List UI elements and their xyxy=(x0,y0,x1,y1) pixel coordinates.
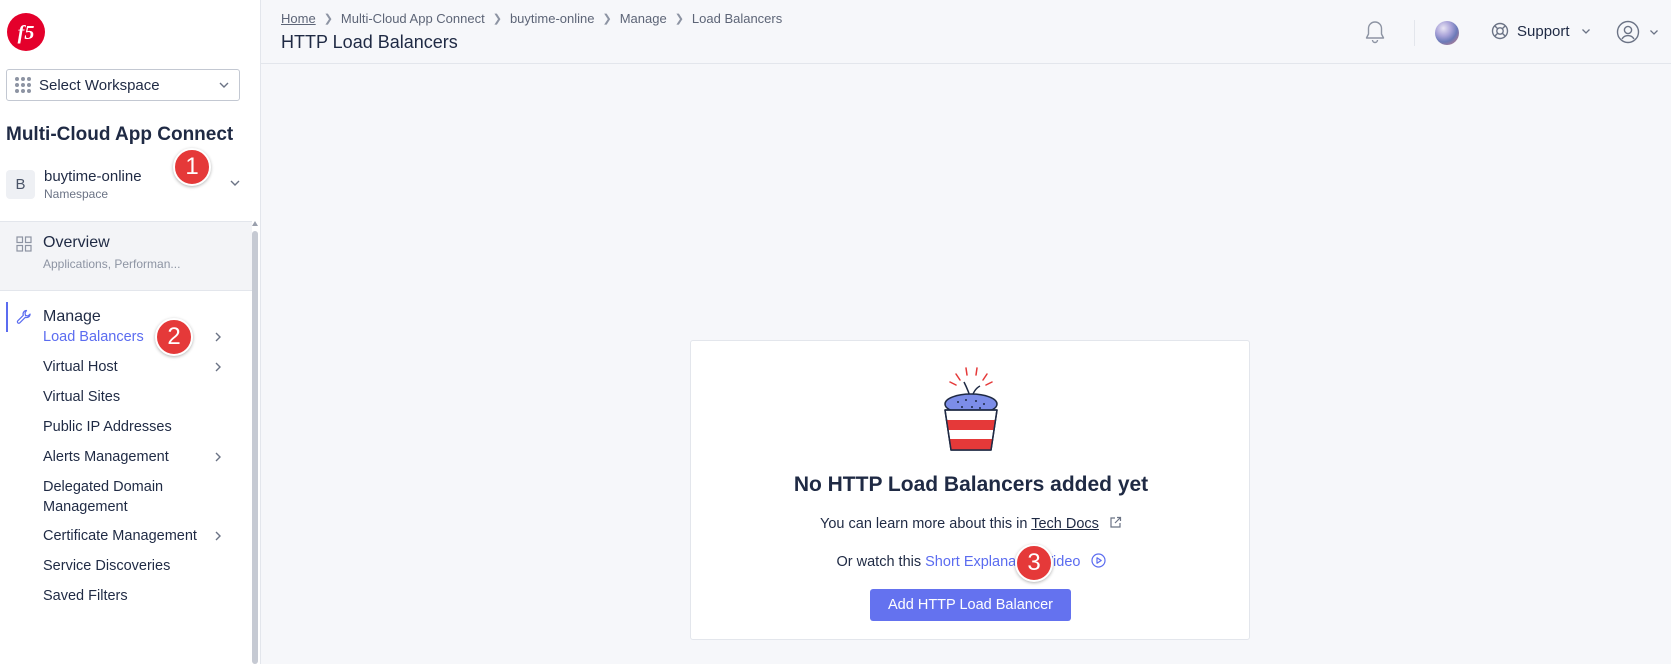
sidebar-item-label: Public IP Addresses xyxy=(43,419,172,435)
overview-title: Overview xyxy=(43,234,110,251)
breadcrumb-separator-icon: ❯ xyxy=(674,13,684,25)
breadcrumb-separator-icon: ❯ xyxy=(602,13,612,25)
breadcrumb-home[interactable]: Home xyxy=(281,11,316,26)
sidebar-item-virtual-sites[interactable]: Virtual Sites xyxy=(43,387,223,407)
play-circle-icon[interactable] xyxy=(1090,553,1106,568)
add-http-load-balancer-button[interactable]: Add HTTP Load Balancer xyxy=(870,589,1071,621)
user-menu[interactable] xyxy=(1616,20,1660,44)
dashboard-grid-icon xyxy=(16,236,32,252)
step-badge-2: 2 xyxy=(155,318,193,356)
breadcrumb-app[interactable]: Multi-Cloud App Connect xyxy=(341,11,485,26)
active-section-indicator xyxy=(6,302,8,332)
sidebar-item-certificate-management[interactable]: Certificate Management xyxy=(43,526,223,546)
sidebar-item-virtual-host[interactable]: Virtual Host xyxy=(43,357,223,377)
workspace-select[interactable]: Select Workspace xyxy=(6,69,240,101)
chevron-right-icon xyxy=(215,452,221,462)
wrench-icon xyxy=(16,309,31,324)
sidebar-item-overview[interactable]: Overview Applications, Performan... xyxy=(0,222,252,291)
theme-globe-icon[interactable] xyxy=(1435,21,1459,45)
empty-state-title: No HTTP Load Balancers added yet xyxy=(793,473,1149,496)
namespace-selector[interactable]: B buytime-online Namespace xyxy=(6,164,254,204)
sidebar-scrollbar[interactable] xyxy=(252,221,258,664)
namespace-label: Namespace xyxy=(44,186,109,201)
sidebar-item-label: Service Discoveries xyxy=(43,558,171,574)
page-header: Home ❯ Multi-Cloud App Connect ❯ buytime… xyxy=(261,0,1671,64)
sidebar-item-label: Saved Filters xyxy=(43,588,128,604)
sidebar-nav: Overview Applications, Performan... Mana… xyxy=(0,221,252,664)
breadcrumb-separator-icon: ❯ xyxy=(323,13,333,25)
sidebar-item-service-discoveries[interactable]: Service Discoveries xyxy=(43,556,223,576)
sidebar-item-label: Virtual Sites xyxy=(43,389,121,405)
overview-subtitle: Applications, Performan... xyxy=(43,257,181,271)
namespace-name: buytime-online xyxy=(44,167,142,185)
sidebar-item-public-ip-addresses[interactable]: Public IP Addresses xyxy=(43,417,223,437)
chevron-right-icon xyxy=(215,332,221,342)
chevron-down-icon xyxy=(1581,29,1590,34)
watch-video-text: Or watch this Short Explanation Video xyxy=(691,553,1251,570)
breadcrumb-namespace[interactable]: buytime-online xyxy=(510,11,595,26)
learn-more-prefix: You can learn more about this in xyxy=(820,516,1028,532)
chevron-right-icon xyxy=(215,531,221,541)
svg-text:f5: f5 xyxy=(18,22,35,44)
f5-logo[interactable]: f5 xyxy=(6,12,46,52)
empty-state-card: No HTTP Load Balancers added yet You can… xyxy=(690,340,1250,640)
sidebar-item-label: Delegated Domain Management xyxy=(43,479,164,515)
explanation-video-link[interactable]: Short Explanation Video xyxy=(925,554,1080,570)
breadcrumb-manage[interactable]: Manage xyxy=(620,11,667,26)
plant-pot-illustration-icon xyxy=(944,367,998,451)
sidebar-item-label: Virtual Host xyxy=(43,359,118,375)
sidebar-item-saved-filters[interactable]: Saved Filters xyxy=(43,586,223,606)
chevron-down-icon xyxy=(219,82,229,88)
support-label: Support xyxy=(1517,22,1570,40)
sidebar-item-label: Certificate Management xyxy=(43,528,197,544)
user-avatar-icon xyxy=(1616,20,1640,44)
external-link-icon[interactable] xyxy=(1109,516,1122,529)
step-badge-1: 1 xyxy=(173,148,211,186)
workspace-select-label: Select Workspace xyxy=(39,76,160,94)
support-menu[interactable]: Support xyxy=(1491,22,1592,40)
sidebar: f5 Select Workspace Multi-Cloud App Conn… xyxy=(0,0,261,664)
chevron-down-icon xyxy=(1650,30,1658,35)
breadcrumb-separator-icon: ❯ xyxy=(492,13,502,25)
lifebuoy-icon xyxy=(1491,22,1509,40)
breadcrumb: Home ❯ Multi-Cloud App Connect ❯ buytime… xyxy=(281,11,782,26)
sidebar-item-load-balancers[interactable]: Load Balancers xyxy=(43,327,223,347)
sidebar-item-label: Load Balancers xyxy=(43,329,144,345)
scrollbar-thumb[interactable] xyxy=(252,231,258,664)
watch-video-prefix: Or watch this xyxy=(836,554,922,570)
scroll-up-arrow-icon[interactable] xyxy=(252,221,258,226)
chevron-down-icon xyxy=(230,180,240,186)
breadcrumb-current: Load Balancers xyxy=(691,11,783,26)
notifications-bell-icon[interactable] xyxy=(1364,20,1386,44)
app-title: Multi-Cloud App Connect xyxy=(6,124,234,145)
header-divider xyxy=(1414,20,1415,46)
sidebar-item-delegated-domain-management[interactable]: Delegated Domain Management xyxy=(43,477,203,517)
chevron-right-icon xyxy=(215,362,221,372)
namespace-avatar: B xyxy=(6,169,35,199)
tech-docs-link[interactable]: Tech Docs xyxy=(1031,516,1099,532)
learn-more-text: You can learn more about this in Tech Do… xyxy=(691,516,1251,532)
step-badge-3: 3 xyxy=(1015,544,1053,582)
apps-grid-icon xyxy=(15,77,31,93)
page-title: HTTP Load Balancers xyxy=(281,32,458,52)
sidebar-item-alerts-management[interactable]: Alerts Management xyxy=(43,447,223,467)
manage-label: Manage xyxy=(43,308,101,325)
sidebar-item-label: Alerts Management xyxy=(43,449,169,465)
